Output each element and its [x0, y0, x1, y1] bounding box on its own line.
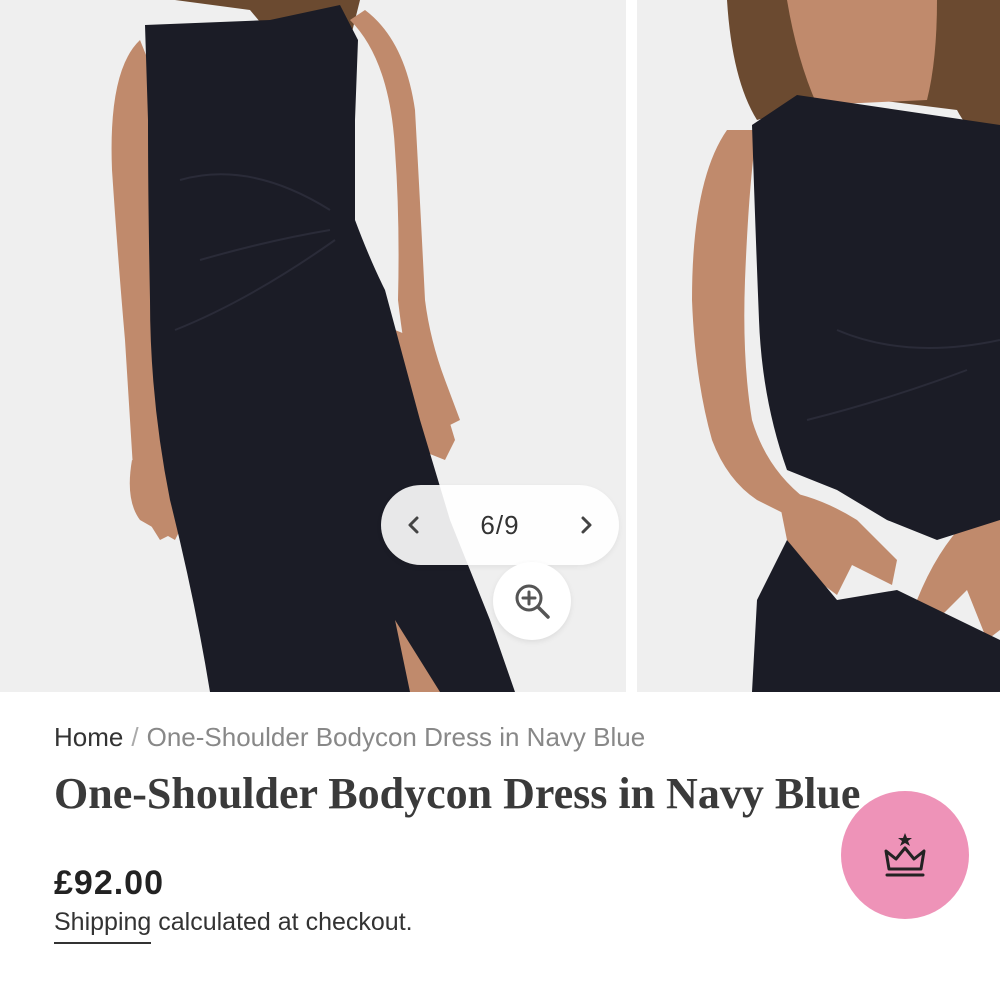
image-pager: 6/9: [381, 485, 619, 565]
rewards-button[interactable]: [841, 791, 969, 919]
model-closeup-image: [637, 0, 1000, 692]
shipping-note-text: calculated at checkout.: [151, 908, 413, 936]
product-image-secondary[interactable]: [637, 0, 1000, 692]
shipping-note: Shipping calculated at checkout.: [54, 908, 413, 944]
zoom-in-icon: [515, 584, 550, 619]
previous-image-button[interactable]: [381, 485, 447, 565]
next-image-button[interactable]: [553, 485, 619, 565]
breadcrumb-home-link[interactable]: Home: [54, 722, 123, 752]
product-title: One-Shoulder Bodycon Dress in Navy Blue: [54, 769, 861, 818]
image-counter: 6/9: [480, 509, 520, 540]
breadcrumb-separator: /: [131, 722, 139, 752]
crown-icon: [884, 833, 926, 877]
product-price: £92.00: [54, 864, 164, 902]
chevron-left-icon: [408, 516, 419, 534]
zoom-button[interactable]: [493, 562, 571, 640]
product-image-gallery[interactable]: 6/9: [0, 0, 1000, 692]
breadcrumb: Home / One-Shoulder Bodycon Dress in Navy …: [54, 722, 645, 753]
chevron-right-icon: [581, 516, 592, 534]
shipping-link[interactable]: Shipping: [54, 908, 152, 944]
breadcrumb-current: One-Shoulder Bodycon Dress in Navy Blue: [146, 722, 646, 752]
